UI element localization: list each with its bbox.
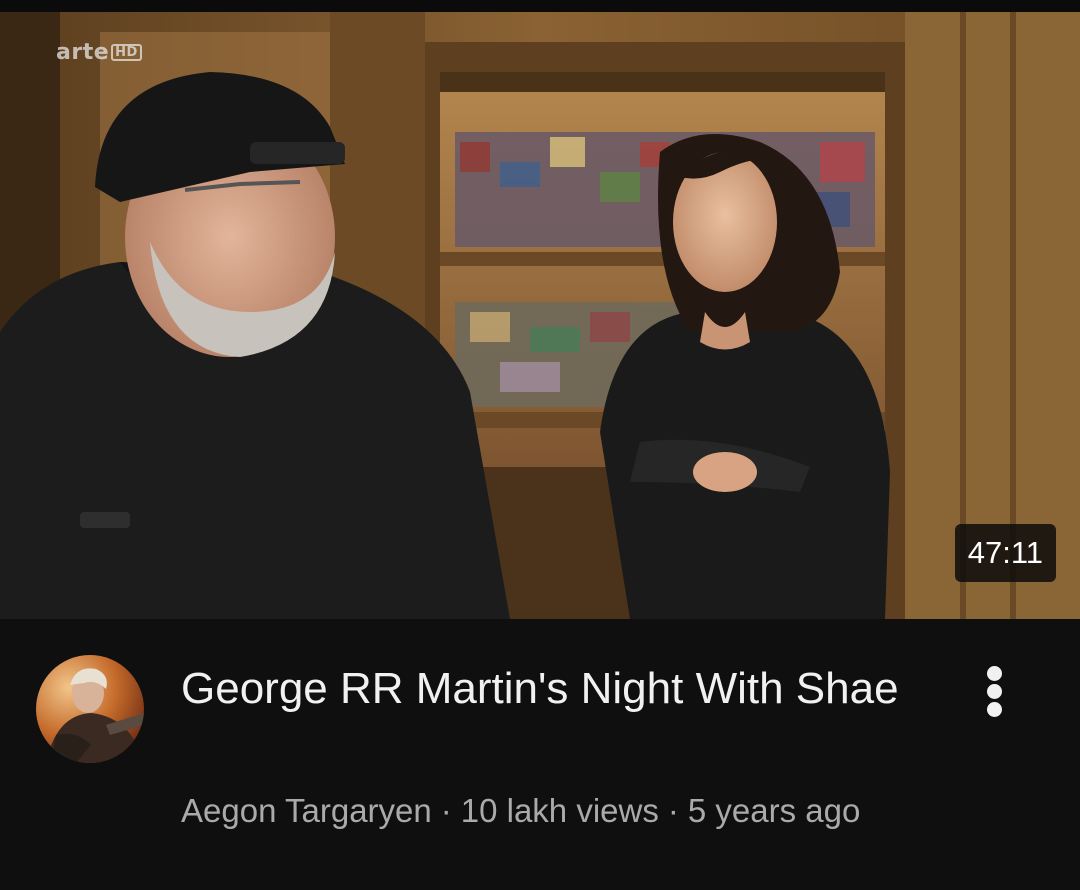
more-vert-icon[interactable]	[966, 661, 1026, 721]
channel-watermark: arte HD	[56, 40, 142, 65]
menu-dot	[987, 666, 1002, 681]
watermark-text: arte	[56, 40, 110, 65]
video-thumbnail[interactable]: arte HD	[0, 12, 1080, 619]
video-title[interactable]: George RR Martin's Night With Shae	[181, 659, 941, 718]
menu-dot	[987, 702, 1002, 717]
hd-badge: HD	[111, 44, 142, 61]
duration-badge: 47:11	[954, 524, 1056, 582]
video-info: George RR Martin's Night With Shae Aegon…	[0, 619, 1080, 890]
thumbnail-image	[0, 12, 1080, 619]
upload-age: 5 years ago	[687, 792, 861, 829]
view-count: 10 lakh views	[460, 792, 659, 829]
avatar-image	[36, 655, 144, 763]
menu-dot	[987, 684, 1002, 699]
channel-name[interactable]: Aegon Targaryen	[181, 792, 432, 829]
status-bar-strip	[0, 0, 1080, 12]
video-metadata: Aegon Targaryen · 10 lakh views · 5 years ag…	[181, 791, 860, 831]
channel-avatar[interactable]	[36, 655, 144, 763]
separator: ·	[667, 792, 679, 829]
separator: ·	[440, 792, 452, 829]
video-card[interactable]: arte HD 47:11 George RR Martin's Night W…	[0, 0, 1080, 890]
